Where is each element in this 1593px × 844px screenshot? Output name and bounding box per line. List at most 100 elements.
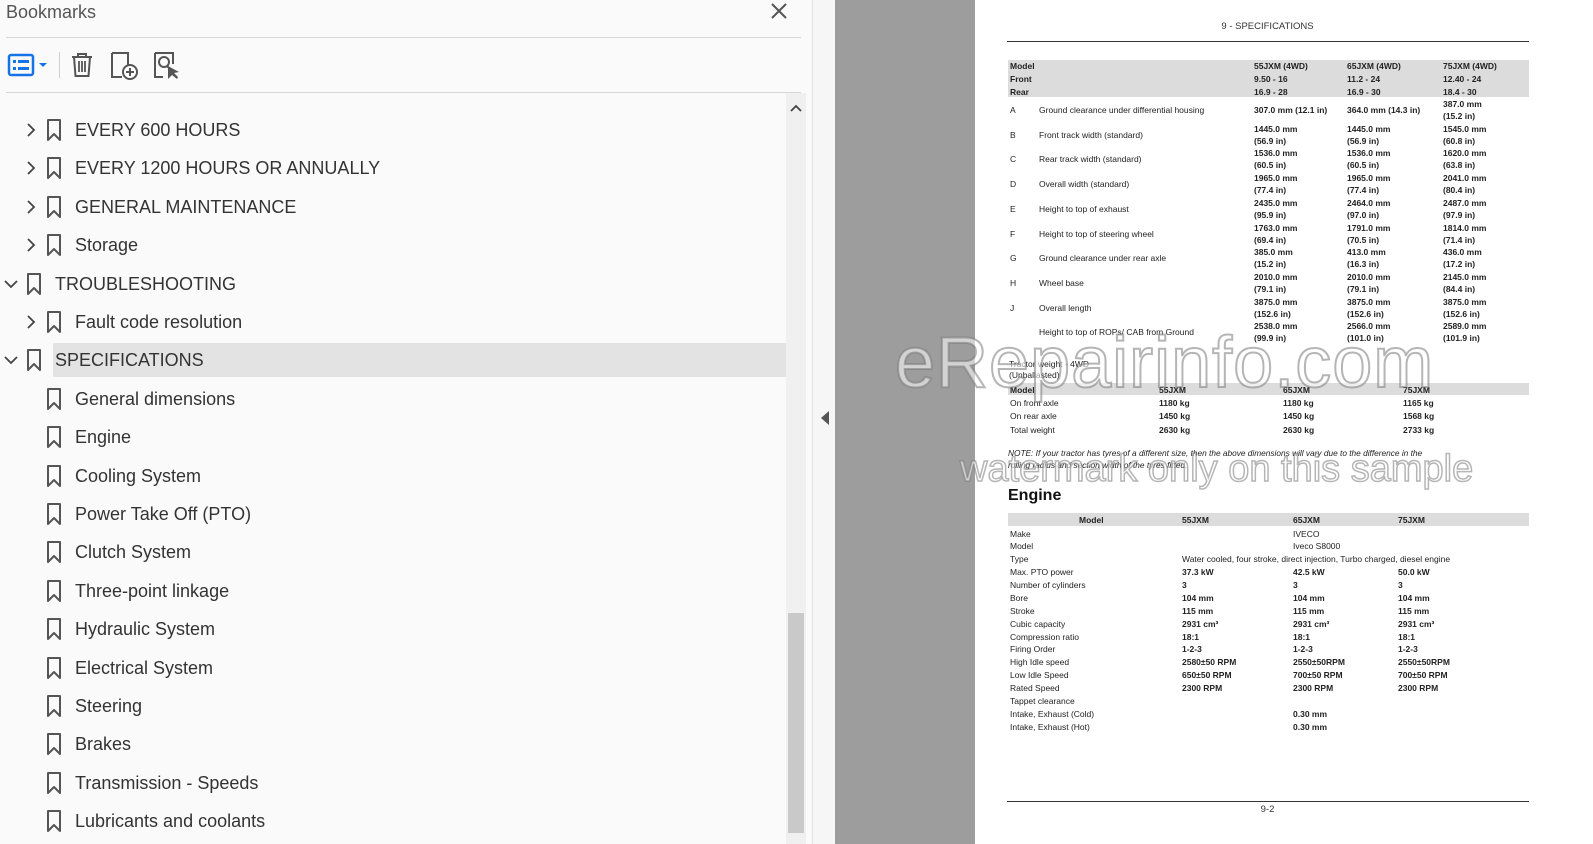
dimension-value: 1536.0 mm	[1347, 148, 1391, 159]
engine-label: Tappet clearance	[1010, 696, 1075, 706]
engine-value: Iveco S8000	[1293, 541, 1341, 551]
bookmark-icon	[46, 233, 62, 257]
engine-label: Firing Order	[1010, 644, 1056, 655]
dimension-value-inch: (56.9 in)	[1254, 135, 1287, 146]
trash-icon	[72, 53, 92, 77]
engine-value: 650±50 RPM	[1182, 670, 1232, 681]
dimension-key: B	[1010, 129, 1016, 140]
engine-value: 42.5 kW	[1293, 567, 1325, 577]
bookmark-label: Power Take Off (PTO)	[75, 504, 252, 524]
dimension-value-inch: (77.4 in)	[1254, 185, 1287, 196]
bookmark-item[interactable]: Fault code resolution	[0, 305, 786, 339]
close-panel-button[interactable]	[766, 0, 792, 24]
bookmark-item[interactable]: Three-point linkage	[0, 574, 786, 608]
scroll-thumb[interactable]	[788, 613, 804, 833]
weight-cell: 1450 kg	[1283, 411, 1315, 422]
engine-value: 3	[1398, 579, 1403, 590]
delete-bookmark-button[interactable]	[68, 47, 96, 83]
bookmark-icon	[46, 694, 62, 718]
dimensions-header-cell: 65JXM (4WD)	[1347, 61, 1401, 71]
chevron-up-icon	[790, 104, 802, 112]
bookmark-label: EVERY 1200 HOURS OR ANNUALLY	[75, 158, 381, 179]
bookmark-item[interactable]: Engine	[0, 420, 786, 454]
dimension-key: A	[1010, 105, 1016, 115]
bookmark-icon	[46, 656, 62, 680]
engine-value: 3	[1293, 579, 1298, 590]
dimension-name: Height to top of steering wheel	[1039, 228, 1154, 239]
dimension-value-inch: (97.9 in)	[1443, 209, 1476, 220]
engine-value: IVECO	[1293, 529, 1320, 539]
engine-label: Intake, Exhaust (Hot)	[1010, 722, 1090, 732]
bookmark-item[interactable]: Hydraulic System	[0, 612, 786, 646]
bookmark-options-button[interactable]	[6, 47, 50, 83]
dimension-value: 2041.0 mm	[1443, 173, 1487, 184]
bookmark-icon	[46, 425, 62, 449]
bookmark-label: Clutch System	[75, 542, 192, 563]
chevron-right-icon[interactable]	[20, 118, 42, 142]
engine-value: 115 mm	[1293, 605, 1325, 616]
dimension-value-inch: (70.5 in)	[1347, 234, 1380, 245]
bookmark-item[interactable]: TROUBLESHOOTING	[0, 267, 786, 301]
dimensions-header-cell: 16.9 - 28	[1254, 87, 1288, 97]
engine-value: 2931 cm³	[1293, 618, 1330, 629]
dimension-value: 3875.0 mm	[1347, 296, 1391, 307]
chevron-right-icon[interactable]	[20, 156, 42, 180]
engine-header-cell: 55JXM	[1182, 515, 1209, 525]
bookmark-item[interactable]: EVERY 600 HOURS	[0, 113, 786, 147]
bookmark-item[interactable]: Electrical System	[0, 651, 786, 685]
bookmark-item[interactable]: Lubricants and coolants	[0, 804, 786, 838]
bookmark-item[interactable]: General dimensions	[0, 382, 786, 416]
engine-label: Number of cylinders	[1010, 579, 1086, 590]
dimension-value-inch: (69.4 in)	[1254, 234, 1287, 245]
bookmark-item[interactable]: Clutch System	[0, 535, 786, 569]
weight-cell: 2630 kg	[1283, 424, 1315, 435]
bookmark-item[interactable]: Cooling System	[0, 459, 786, 493]
dimension-value-inch: (77.4 in)	[1347, 185, 1380, 196]
bookmark-item[interactable]: Power Take Off (PTO)	[0, 497, 786, 531]
weight-cell: 2733 kg	[1403, 424, 1435, 435]
dimension-value: 2435.0 mm	[1254, 197, 1298, 208]
chevron-right-icon[interactable]	[20, 195, 42, 219]
engine-label: Low Idle Speed	[1010, 670, 1069, 681]
bookmark-item[interactable]: GENERAL MAINTENANCE	[0, 190, 786, 224]
engine-value: 104 mm	[1293, 592, 1325, 603]
engine-value: 104 mm	[1398, 592, 1430, 603]
dimension-value: 436.0 mm	[1443, 247, 1482, 258]
bookmark-item[interactable]: EVERY 1200 HOURS OR ANNUALLY	[0, 151, 786, 185]
dimensions-header-cell: 12.40 - 24	[1443, 74, 1482, 84]
find-bookmark-button[interactable]	[151, 47, 183, 83]
dimension-value-inch: (60.5 in)	[1347, 160, 1380, 171]
dimension-value: 1763.0 mm	[1254, 222, 1298, 233]
chevron-right-icon[interactable]	[20, 310, 42, 334]
bookmark-icon	[26, 348, 42, 372]
bookmark-item[interactable]: Brakes	[0, 727, 786, 761]
bookmark-label: Lubricants and coolants	[75, 811, 266, 832]
bookmark-label: Three-point linkage	[75, 580, 230, 601]
bookmark-item[interactable]: SPECIFICATIONS	[4, 343, 786, 378]
dimension-value-inch: (97.0 in)	[1347, 209, 1380, 220]
chevron-down-icon[interactable]	[0, 348, 22, 372]
dimensions-header-cell: 18.4 - 30	[1443, 87, 1477, 97]
dimension-value: 413.0 mm	[1347, 247, 1386, 258]
bookmark-item[interactable]: Storage	[0, 228, 786, 262]
collapse-panel-icon[interactable]	[819, 410, 831, 426]
bookmark-item[interactable]: Transmission - Speeds	[0, 766, 786, 800]
engine-label: Make	[1010, 529, 1031, 539]
dimension-value: 2010.0 mm	[1347, 271, 1391, 282]
dimension-value: 2464.0 mm	[1347, 197, 1391, 208]
bookmark-item[interactable]: Steering	[0, 689, 786, 723]
bookmark-label: TROUBLESHOOTING	[55, 273, 237, 294]
scroll-up-button[interactable]	[786, 99, 806, 117]
weight-cell: 1450 kg	[1159, 411, 1191, 422]
engine-value: 104 mm	[1182, 592, 1214, 603]
new-bookmark-button[interactable]	[108, 47, 140, 83]
engine-value: 2931 cm³	[1398, 618, 1435, 629]
dimensions-header-cell: Rear	[1010, 87, 1029, 97]
engine-label: High Idle speed	[1010, 657, 1070, 668]
chevron-down-icon[interactable]	[0, 272, 22, 296]
vertical-scrollbar[interactable]	[786, 93, 806, 844]
chevron-right-icon[interactable]	[20, 233, 42, 257]
dimension-key: F	[1010, 228, 1016, 239]
dimension-name: Overall width (standard)	[1039, 179, 1130, 190]
engine-value: 2550±50RPM	[1398, 657, 1450, 668]
